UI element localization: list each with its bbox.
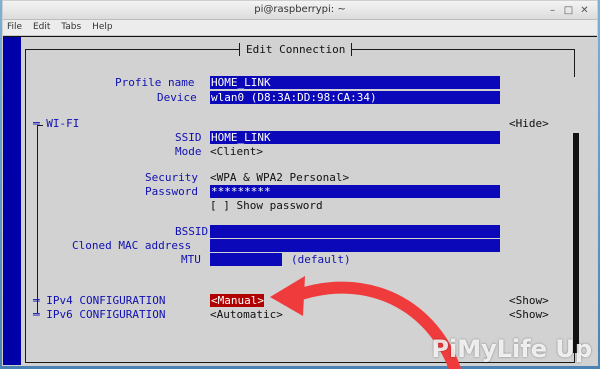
watermark-logo: PiMyLife Up: [431, 335, 592, 363]
annotation-arrow: [270, 276, 461, 369]
